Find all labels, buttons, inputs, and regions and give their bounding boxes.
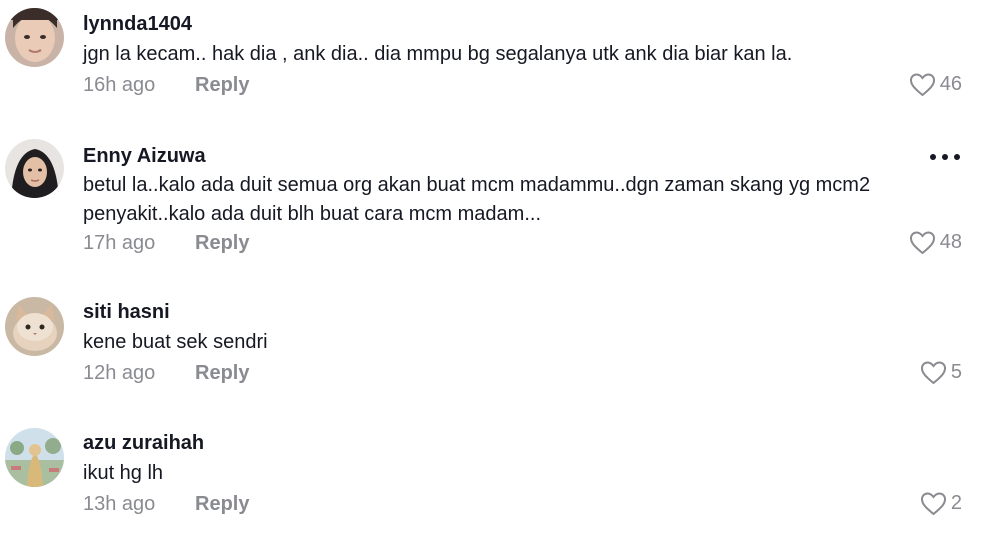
comment-username[interactable]: lynnda1404: [83, 13, 192, 36]
like-count: 46: [939, 73, 962, 95]
avatar-image: [5, 8, 64, 67]
reply-button[interactable]: Reply: [195, 74, 249, 97]
avatar[interactable]: [5, 297, 64, 356]
avatar-image: [5, 297, 64, 356]
comment-item: siti hasni kene buat sek sendri 12h ago R…: [0, 290, 982, 400]
like-button[interactable]: 2: [920, 491, 962, 516]
reply-button[interactable]: Reply: [195, 232, 249, 255]
reply-button[interactable]: Reply: [195, 493, 249, 516]
like-button[interactable]: 46: [909, 72, 962, 97]
like-count: 5: [950, 361, 962, 383]
heart-outline-icon: [909, 72, 936, 97]
comment-text: ikut hg lh: [83, 462, 164, 484]
like-count: 2: [950, 492, 962, 514]
heart-outline-icon: [920, 491, 947, 516]
reply-button[interactable]: Reply: [195, 362, 249, 385]
comment-item: azu zuraihah ikut hg lh 13h ago Reply 2: [0, 421, 982, 536]
comment-text: betul la..kalo ada duit semua org akan b…: [83, 174, 871, 225]
comment-text: kene buat sek sendri: [83, 331, 268, 353]
comment-meta: 13h ago Reply: [83, 493, 249, 516]
comment-time: 12h ago: [83, 362, 156, 384]
comment-text: jgn la kecam.. hak dia , ank dia.. dia m…: [83, 43, 793, 65]
avatar[interactable]: [5, 428, 64, 487]
like-count: 48: [939, 231, 962, 253]
comment-item: lynnda1404 jgn la kecam.. hak dia , ank …: [0, 0, 982, 120]
avatar-image: [5, 428, 64, 487]
comment-username[interactable]: siti hasni: [83, 301, 170, 324]
more-options-icon[interactable]: [930, 154, 960, 160]
comment-username[interactable]: Enny Aizuwa: [83, 145, 206, 168]
comment-time: 13h ago: [83, 493, 156, 515]
heart-outline-icon: [920, 360, 947, 385]
comment-time: 16h ago: [83, 74, 156, 96]
comment-username[interactable]: azu zuraihah: [83, 432, 204, 455]
comment-meta: 12h ago Reply: [83, 362, 249, 385]
comment-time: 17h ago: [83, 232, 156, 254]
heart-outline-icon: [909, 230, 936, 255]
avatar[interactable]: [5, 8, 64, 67]
comment-meta: 16h ago Reply: [83, 74, 249, 97]
comment-item: Enny Aizuwa betul la..kalo ada duit semu…: [0, 130, 982, 270]
like-button[interactable]: 5: [920, 360, 962, 385]
comment-meta: 17h ago Reply: [83, 232, 249, 255]
avatar[interactable]: [5, 139, 64, 198]
avatar-image: [5, 139, 64, 198]
like-button[interactable]: 48: [909, 230, 962, 255]
